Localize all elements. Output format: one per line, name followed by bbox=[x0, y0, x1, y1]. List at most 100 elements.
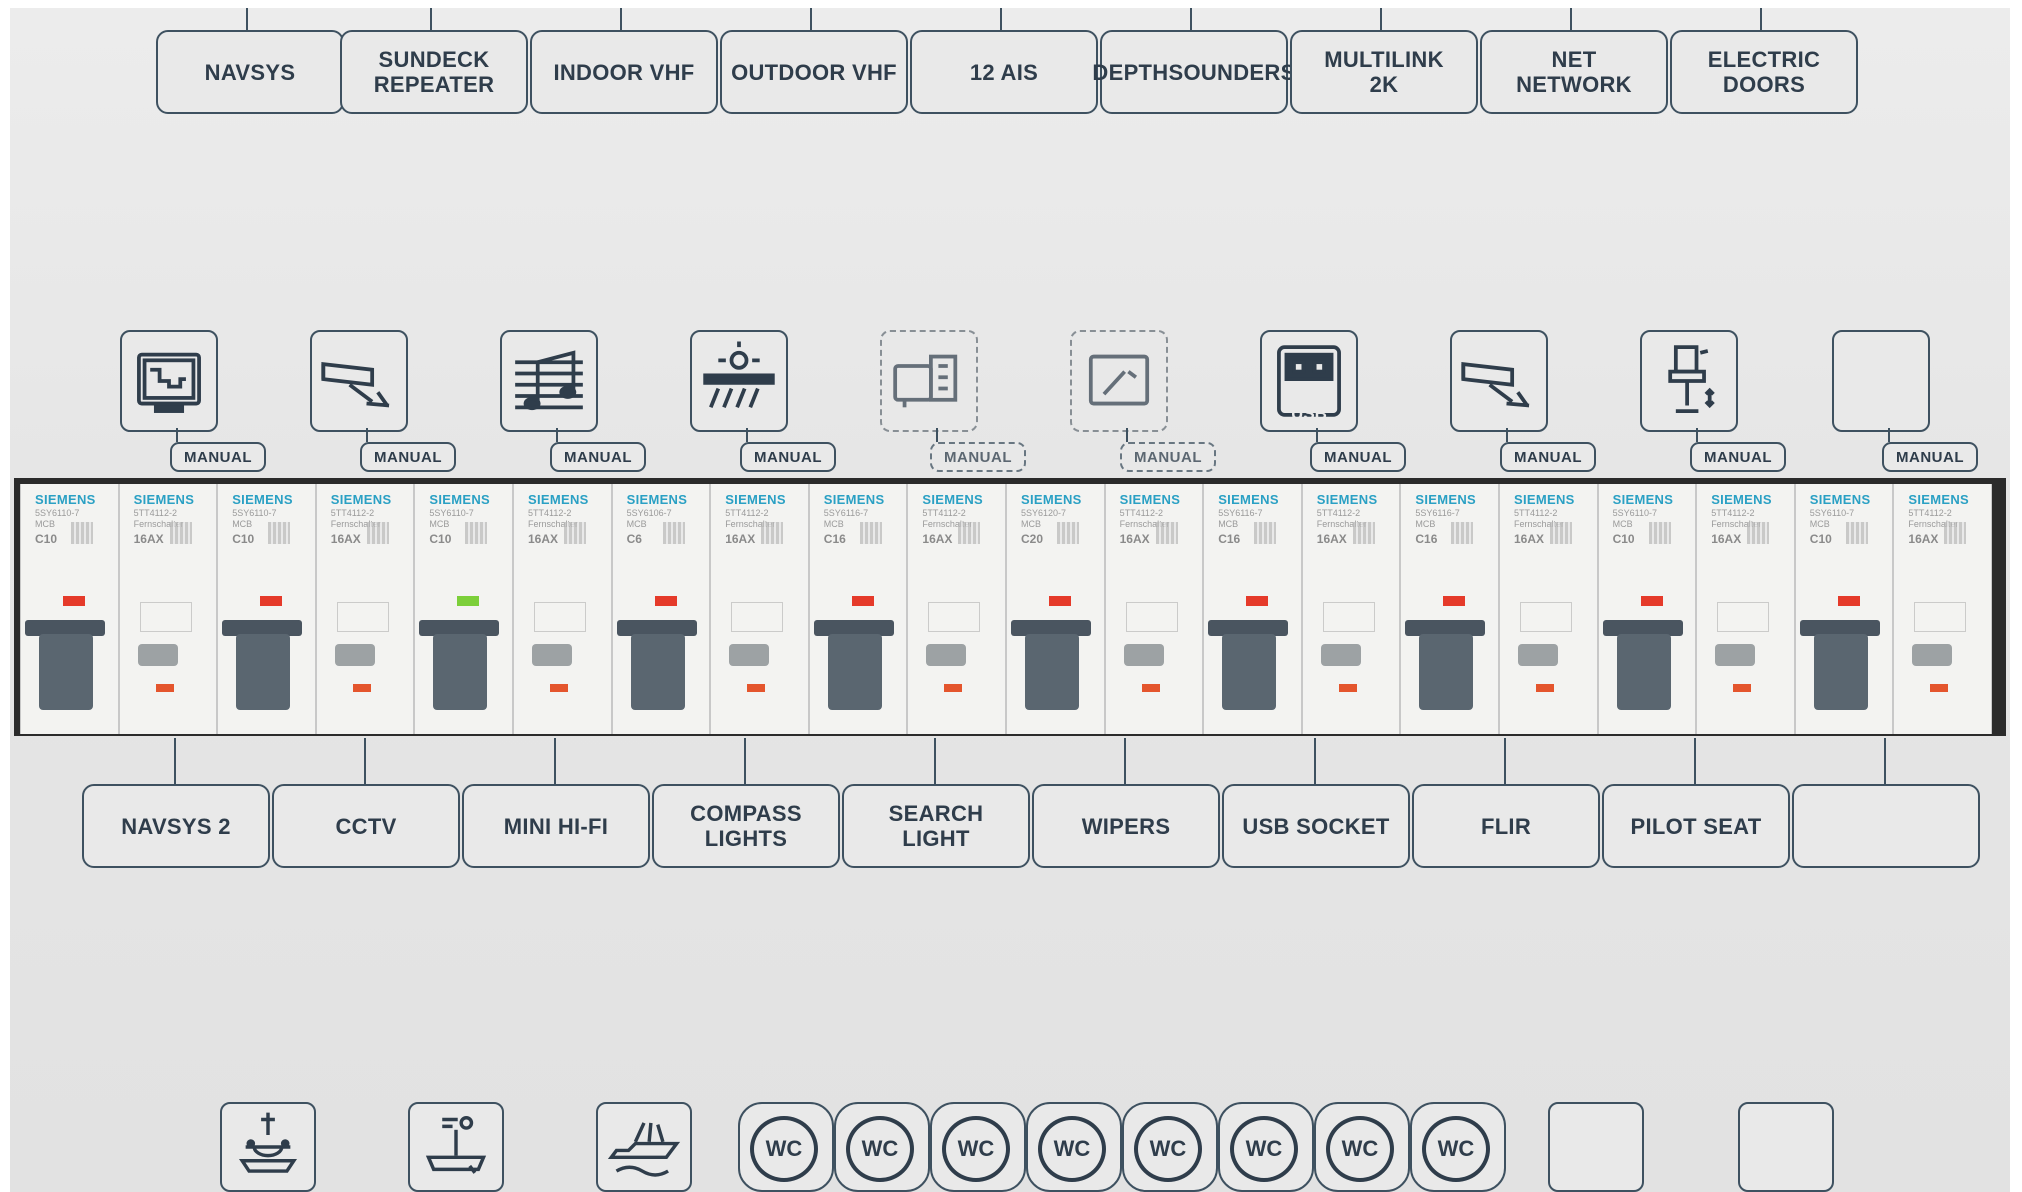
wc-icon: WC bbox=[1122, 1102, 1218, 1192]
manual-switch[interactable] bbox=[1518, 644, 1558, 666]
breaker-lever[interactable] bbox=[1796, 620, 1884, 720]
status-indicator bbox=[654, 596, 677, 606]
manual-label: MANUAL bbox=[170, 442, 266, 472]
circuit-breaker[interactable]: SIEMENS 5SY6110-7 MCB C10 bbox=[217, 484, 316, 734]
cctv-camera-icon bbox=[310, 330, 408, 432]
manual-switch[interactable] bbox=[137, 644, 178, 666]
compass-lights-icon bbox=[690, 330, 788, 432]
manual-switch[interactable] bbox=[334, 644, 375, 666]
bottom-label: SEARCH LIGHT bbox=[842, 784, 1030, 868]
boat-light-icon bbox=[596, 1102, 692, 1192]
breaker-lever[interactable] bbox=[415, 620, 503, 720]
brand-label: SIEMENS bbox=[1021, 492, 1082, 507]
top-label: DEPTHSOUNDERS bbox=[1092, 30, 1295, 114]
remote-switch[interactable]: SIEMENS 5TT4112-2 Fernschalter 16AX bbox=[710, 484, 809, 734]
manual-switch[interactable] bbox=[926, 644, 967, 666]
circuit-breaker[interactable]: SIEMENS 5SY6110-7 MCB C10 bbox=[1597, 484, 1697, 734]
manual-switch[interactable] bbox=[532, 644, 572, 666]
manual-label: MANUAL bbox=[550, 442, 646, 472]
rating-label: 16AX bbox=[330, 532, 361, 546]
top-label: NET NETWORK bbox=[1480, 30, 1668, 114]
brand-label: SIEMENS bbox=[922, 492, 984, 507]
manual-switch[interactable] bbox=[1715, 644, 1756, 666]
brand-label: SIEMENS bbox=[1415, 492, 1477, 507]
circuit-breaker[interactable]: SIEMENS 5SY6120-7 MCB C20 bbox=[1006, 484, 1105, 734]
qr-code bbox=[958, 522, 981, 544]
circuit-breaker[interactable]: SIEMENS 5SY6116-7 MCB C16 bbox=[808, 484, 908, 734]
switch-indicator bbox=[155, 684, 174, 692]
remote-switch[interactable]: SIEMENS 5TT4112-2 Fernschalter 16AX bbox=[1499, 484, 1598, 734]
bottom-label: WIPERS bbox=[1032, 784, 1220, 868]
usb-text: USB bbox=[1291, 404, 1327, 423]
top-label: 12 AIS bbox=[910, 30, 1098, 114]
lever-body bbox=[630, 634, 685, 710]
bottom-label bbox=[1792, 784, 1980, 868]
rating-label: 16AX bbox=[725, 532, 756, 546]
circuit-breaker[interactable]: SIEMENS 5SY6110-7 MCB C10 bbox=[1794, 484, 1894, 734]
usb-socket-icon: USB bbox=[1260, 330, 1358, 432]
top-label: INDOOR VHF bbox=[530, 30, 718, 114]
remote-switch[interactable]: SIEMENS 5TT4112-2 Fernschalter 16AX bbox=[118, 484, 218, 734]
rating-label: 16AX bbox=[1119, 532, 1150, 546]
breaker-lever[interactable] bbox=[1007, 620, 1095, 720]
brand-label: SIEMENS bbox=[1316, 492, 1378, 507]
qr-code bbox=[859, 522, 882, 544]
rating-label: C20 bbox=[1021, 532, 1044, 546]
breaker-lever[interactable] bbox=[21, 620, 109, 720]
remote-switch[interactable]: SIEMENS 5TT4112-2 Fernschalter 16AX bbox=[1696, 484, 1795, 734]
breaker-lever[interactable] bbox=[613, 620, 701, 720]
search-light-icon bbox=[880, 330, 978, 432]
status-indicator bbox=[1837, 596, 1860, 606]
remote-switch[interactable]: SIEMENS 5TT4112-2 Fernschalter 16AX bbox=[1104, 484, 1204, 734]
top-label: OUTDOOR VHF bbox=[720, 30, 908, 114]
brand-label: SIEMENS bbox=[429, 492, 491, 507]
manual-label: MANUAL bbox=[1120, 442, 1216, 472]
breaker-lever[interactable] bbox=[810, 620, 898, 720]
circuit-breaker[interactable]: SIEMENS 5SY6110-7 MCB C10 bbox=[20, 484, 119, 734]
pilot-seat-icon bbox=[1640, 330, 1738, 432]
bottom-connector-line bbox=[1504, 738, 1506, 784]
brand-label: SIEMENS bbox=[725, 492, 786, 507]
blank-icon bbox=[1548, 1102, 1644, 1192]
circuit-breaker[interactable]: SIEMENS 5SY6110-7 MCB C10 bbox=[414, 484, 513, 734]
manual-switch[interactable] bbox=[729, 644, 770, 666]
bottom-connector-line bbox=[1694, 738, 1696, 784]
circuit-breaker[interactable]: SIEMENS 5SY6116-7 MCB C16 bbox=[1203, 484, 1302, 734]
remote-switch[interactable]: SIEMENS 5TT4112-2 Fernschalter 16AX bbox=[907, 484, 1006, 734]
terminal-diagram bbox=[1322, 602, 1375, 632]
brand-label: SIEMENS bbox=[1711, 492, 1772, 507]
manual-connector-line bbox=[556, 428, 558, 442]
remote-switch[interactable]: SIEMENS 5TT4112-2 Fernschalter 16AX bbox=[315, 484, 415, 734]
brand-label: SIEMENS bbox=[133, 492, 195, 507]
rating-label: 16AX bbox=[1316, 532, 1347, 546]
top-connector-line bbox=[1190, 8, 1192, 30]
bottom-connector-line bbox=[744, 738, 746, 784]
circuit-breaker[interactable]: SIEMENS 5SY6106-7 MCB C6 bbox=[611, 484, 711, 734]
bottom-connector-line bbox=[174, 738, 176, 784]
qr-code bbox=[1845, 522, 1868, 544]
remote-switch[interactable]: SIEMENS 5TT4112-2 Fernschalter 16AX bbox=[1893, 484, 1992, 734]
terminal-diagram bbox=[534, 602, 586, 632]
lever-body bbox=[1419, 634, 1474, 710]
breaker-lever[interactable] bbox=[1599, 620, 1687, 720]
breaker-lever[interactable] bbox=[1401, 620, 1489, 720]
bottom-connector-line bbox=[934, 738, 936, 784]
breaker-lever[interactable] bbox=[218, 620, 306, 720]
circuit-breaker[interactable]: SIEMENS 5SY6116-7 MCB C16 bbox=[1400, 484, 1499, 734]
manual-switch[interactable] bbox=[1123, 644, 1164, 666]
manual-switch[interactable] bbox=[1320, 644, 1361, 666]
top-connector-line bbox=[620, 8, 622, 30]
navigation-display-icon bbox=[120, 330, 218, 432]
top-label: MULTILINK 2K bbox=[1290, 30, 1478, 114]
switch-indicator bbox=[1930, 684, 1949, 692]
remote-switch[interactable]: SIEMENS 5TT4112-2 Fernschalter 16AX bbox=[513, 484, 612, 734]
top-connector-line bbox=[1760, 8, 1762, 30]
remote-switch[interactable]: SIEMENS 5TT4112-2 Fernschalter 16AX bbox=[1301, 484, 1401, 734]
manual-label: MANUAL bbox=[1882, 442, 1978, 472]
qr-code bbox=[564, 522, 586, 544]
qr-code bbox=[1451, 522, 1474, 544]
manual-switch[interactable] bbox=[1912, 644, 1953, 666]
breaker-lever[interactable] bbox=[1204, 620, 1292, 720]
switch-indicator bbox=[550, 684, 568, 692]
terminal-diagram bbox=[1914, 602, 1967, 632]
